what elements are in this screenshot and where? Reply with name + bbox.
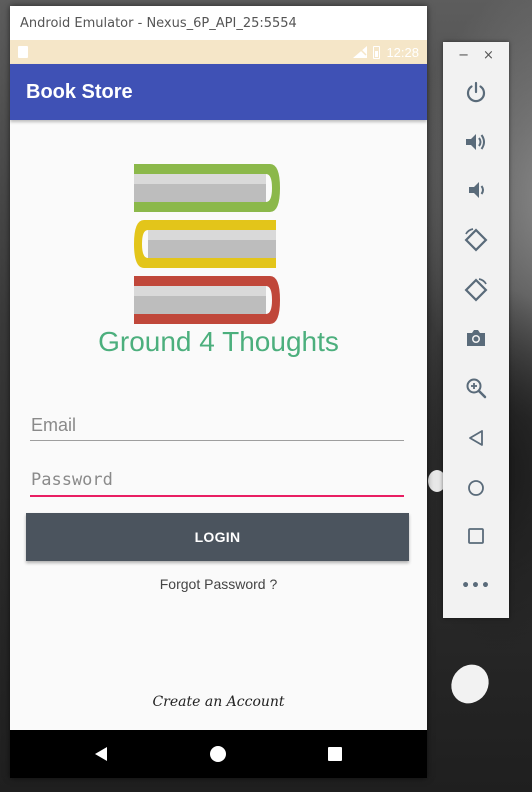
volume-up-button[interactable] xyxy=(443,122,509,162)
email-input[interactable] xyxy=(30,410,404,440)
zoom-icon xyxy=(466,378,487,399)
nav-recents-button[interactable] xyxy=(305,730,365,778)
login-content: Ground 4 Thoughts LOGIN Forgot Password … xyxy=(10,120,427,728)
create-account-link[interactable]: Create an Account xyxy=(10,694,427,710)
recents-square-icon xyxy=(328,747,342,761)
app-bar: Book Store xyxy=(10,64,427,120)
camera-icon xyxy=(467,330,485,346)
app-title: Book Store xyxy=(26,80,133,103)
volume-down-icon xyxy=(469,182,484,198)
home-icon xyxy=(468,480,484,496)
power-button[interactable] xyxy=(443,72,509,112)
emulator-window: Android Emulator - Nexus_6P_API_25:5554 … xyxy=(10,6,427,778)
toolbar-window-controls: − × xyxy=(443,42,509,68)
back-icon xyxy=(469,430,483,446)
status-indicators: 12:28 xyxy=(353,45,419,60)
minimize-button[interactable]: − xyxy=(458,48,469,63)
overview-button[interactable] xyxy=(443,516,509,556)
rotate-left-icon xyxy=(464,228,488,252)
books-logo-icon xyxy=(134,164,280,324)
volume-down-button[interactable] xyxy=(443,170,509,210)
back-triangle-icon xyxy=(95,747,107,761)
back-button[interactable] xyxy=(443,418,509,458)
nav-back-button[interactable] xyxy=(71,730,131,778)
battery-icon xyxy=(373,45,381,59)
more-icon: ••• xyxy=(461,578,491,594)
rotate-right-icon xyxy=(464,278,488,302)
close-button[interactable]: × xyxy=(483,48,494,63)
brand-name: Ground 4 Thoughts xyxy=(98,326,339,357)
password-input[interactable] xyxy=(30,465,404,495)
screenshot-button[interactable] xyxy=(443,318,509,358)
volume-up-icon xyxy=(466,134,485,150)
zoom-button[interactable] xyxy=(443,368,509,408)
nav-home-button[interactable] xyxy=(188,730,248,778)
rotate-right-button[interactable] xyxy=(443,270,509,310)
status-time: 12:28 xyxy=(386,44,419,60)
sd-card-icon xyxy=(18,46,28,58)
forgot-password-link[interactable]: Forgot Password ? xyxy=(10,576,427,592)
login-button[interactable]: LOGIN xyxy=(26,513,409,561)
navigation-bar xyxy=(10,730,427,778)
device-screen: 12:28 Book Store Ground 4 Thoughts Email… xyxy=(10,40,427,778)
window-title: Android Emulator - Nexus_6P_API_25:5554 xyxy=(10,6,427,40)
home-button[interactable] xyxy=(443,468,509,508)
emulator-side-toolbar: − × ••• xyxy=(443,42,509,618)
password-field[interactable] xyxy=(30,465,404,497)
email-field[interactable] xyxy=(30,410,404,441)
home-circle-icon xyxy=(210,746,226,762)
overview-icon xyxy=(468,528,484,544)
more-button[interactable]: ••• xyxy=(443,566,509,606)
rotate-left-button[interactable] xyxy=(443,220,509,260)
signal-icon xyxy=(353,46,368,58)
power-icon xyxy=(466,81,486,103)
status-bar: 12:28 xyxy=(10,40,427,64)
